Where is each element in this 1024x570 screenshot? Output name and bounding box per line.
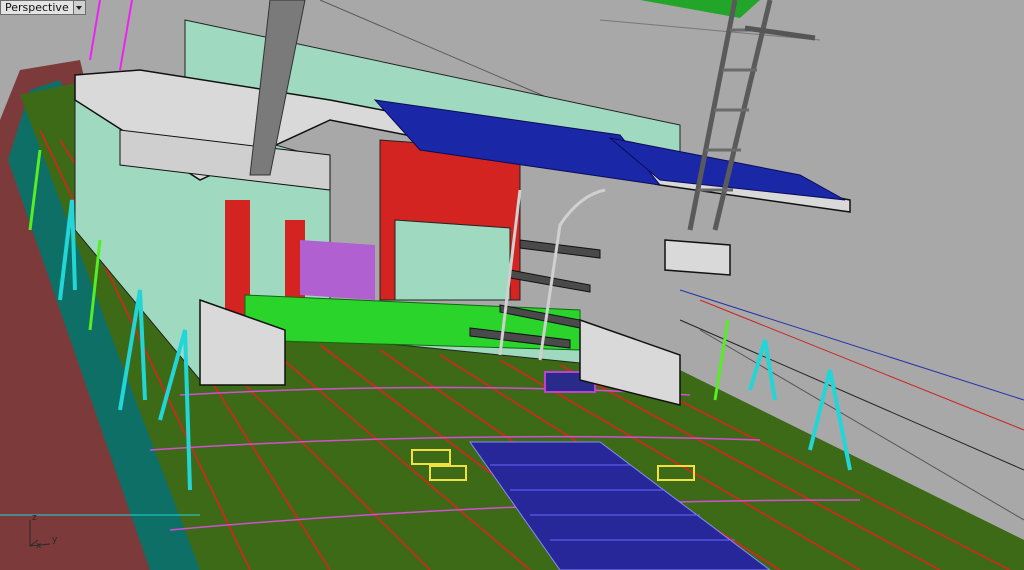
sail bbox=[640, 0, 760, 18]
cabin-box bbox=[664, 239, 731, 276]
viewport-menu-button[interactable] bbox=[72, 1, 85, 14]
viewport-title[interactable]: Perspective bbox=[1, 1, 73, 14]
pulpit-frame bbox=[89, 0, 133, 71]
perspective-viewport[interactable]: Perspective z x y bbox=[0, 0, 1024, 570]
axis-y-label: y bbox=[52, 535, 58, 545]
triangle-down-icon bbox=[76, 5, 83, 10]
axis-gizmo-icon: z x y bbox=[22, 506, 62, 554]
boat-3d-model[interactable] bbox=[0, 0, 1024, 570]
cabin-purple-panel bbox=[300, 240, 375, 300]
axis-z-label: z bbox=[32, 513, 37, 523]
axis-x-label: x bbox=[36, 541, 42, 551]
viewport-title-tab[interactable]: Perspective bbox=[0, 0, 86, 15]
cabin-window bbox=[394, 219, 511, 301]
